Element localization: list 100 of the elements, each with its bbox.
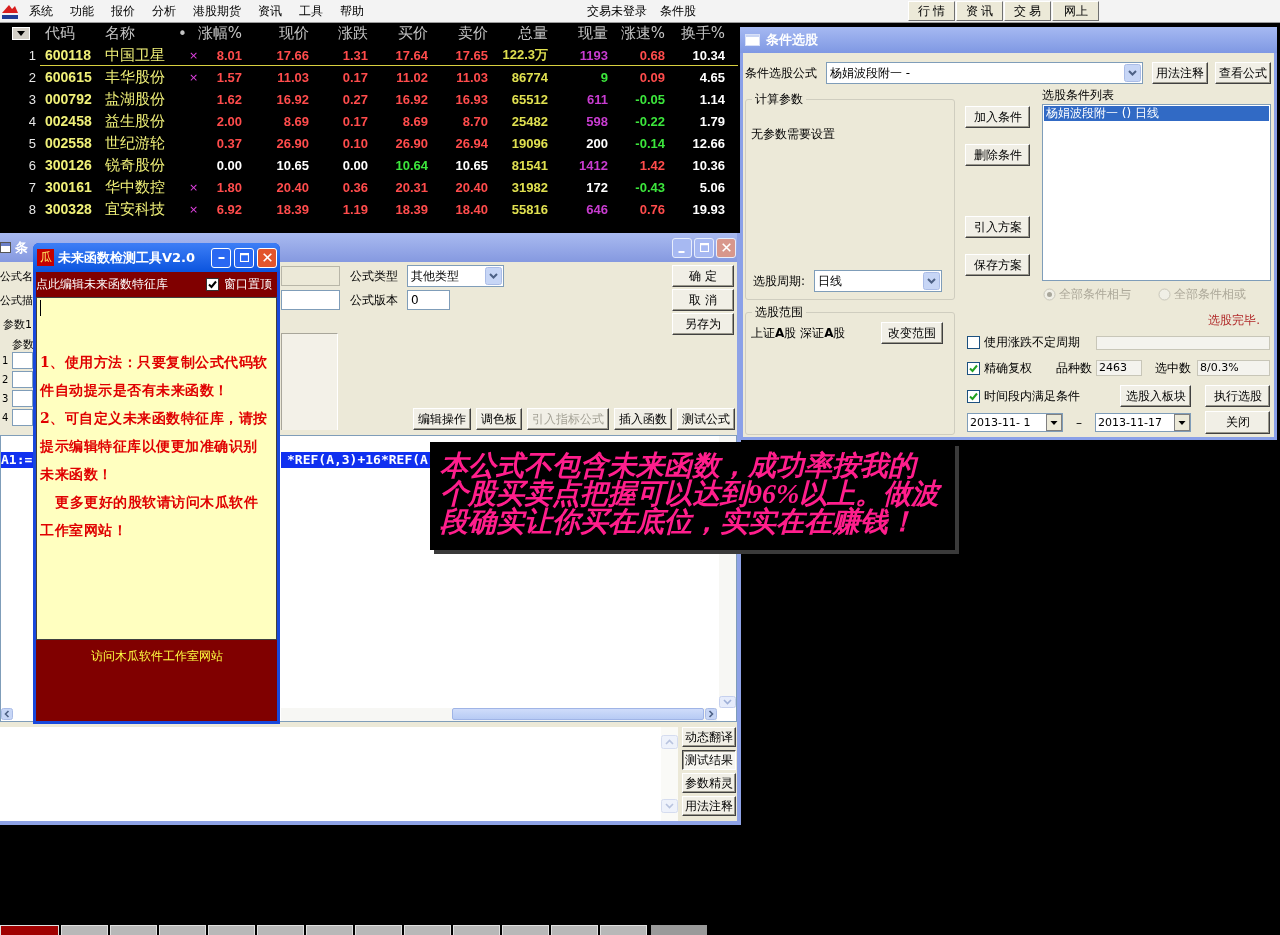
input-field[interactable] — [12, 409, 33, 426]
edit-library-link[interactable]: 点此编辑未来函数特征库 — [36, 276, 168, 293]
column-header[interactable]: 卖价 — [428, 24, 488, 43]
scrollbar-thumb[interactable] — [452, 708, 704, 720]
toolbar-button[interactable]: 编辑操作 — [413, 408, 471, 430]
menu-item[interactable]: 工具 — [290, 1, 331, 21]
change-scope-button[interactable]: 改变范围 — [881, 322, 943, 344]
output-area[interactable] — [0, 727, 661, 821]
run-button[interactable]: 执行选股 — [1205, 385, 1270, 407]
input-field[interactable] — [12, 390, 33, 407]
checkbox[interactable] — [967, 336, 980, 349]
menu-item[interactable]: 帮助 — [331, 1, 372, 21]
column-header[interactable]: 名称 — [100, 24, 175, 43]
stock-name: 中国卫星 — [104, 45, 166, 65]
table-row[interactable]: 3 000792 盐湖股份 1.62 16.92 0.27 16.92 16.93 65512 611 -0.05 1.14 — [0, 88, 725, 110]
date-field[interactable]: 2013-11-17 — [1095, 413, 1191, 432]
menu-item[interactable]: 分析 — [143, 1, 184, 21]
table-cell-text: 0.36 — [341, 179, 368, 195]
toolbar-button[interactable]: 网上 — [1052, 1, 1099, 21]
column-header[interactable]: 总量 — [488, 24, 548, 43]
column-header[interactable]: 现价 — [242, 24, 309, 43]
add-to-block-button[interactable]: 选股入板块 — [1120, 385, 1191, 407]
table-row[interactable]: 8 300328 宜安科技 × 6.92 18.39 1.19 18.39 18.40 55816 646 0.76 19.93 — [0, 198, 725, 220]
triangle-down-icon[interactable] — [12, 27, 30, 40]
menu-item[interactable]: 报价 — [102, 1, 143, 21]
minimize-button[interactable] — [672, 237, 692, 258]
tab-scrollbar[interactable] — [651, 925, 707, 935]
chevron-up-icon[interactable] — [661, 735, 678, 749]
column-header[interactable]: 现量 — [548, 24, 608, 43]
checkbox-label[interactable]: 使用涨跌不定周期 — [984, 334, 1080, 351]
toolbar-button[interactable]: 调色板 — [476, 408, 522, 430]
table-row[interactable]: 2 600615 丰华股份 × 1.57 11.03 0.17 11.02 11.03 86774 9 0.09 4.65 — [0, 66, 725, 88]
side-tab[interactable]: 参数精灵 — [682, 773, 736, 793]
close-button[interactable] — [716, 237, 736, 258]
checkbox-label[interactable]: 精确复权 — [984, 359, 1052, 377]
sheet-tab[interactable] — [0, 925, 59, 935]
menu-item[interactable]: 资讯 — [249, 1, 290, 21]
chevron-right-icon[interactable] — [705, 708, 717, 720]
column-header[interactable]: 换手% — [665, 24, 725, 43]
maximize-button[interactable] — [694, 237, 714, 258]
toolbar-button[interactable]: 资 讯 — [956, 1, 1003, 21]
toolbar-button[interactable]: 测试公式 — [677, 408, 735, 430]
save-as-button[interactable]: 另存为 — [672, 313, 734, 335]
table-row[interactable]: 7 300161 华中数控 × 1.80 20.40 0.36 20.31 20.40 31982 172 -0.43 5.06 — [0, 176, 725, 198]
toolbar-button[interactable]: 行 情 — [908, 1, 955, 21]
cancel-button[interactable]: 取 消 — [672, 289, 734, 311]
input-field[interactable] — [1096, 335, 1270, 350]
checkbox-label[interactable]: 时间段内满足条件 — [984, 387, 1116, 405]
scrollbar[interactable] — [661, 727, 678, 821]
close-dialog-button[interactable]: 关闭 — [1205, 411, 1270, 434]
action-button[interactable]: 保存方案 — [965, 254, 1030, 276]
checkbox[interactable] — [967, 361, 980, 375]
checkbox[interactable] — [967, 389, 980, 403]
table-row[interactable]: 4 002458 益生股份 2.00 8.69 0.17 8.69 8.70 25482 598 -0.22 1.79 — [0, 110, 725, 132]
formula-dropdown[interactable]: 杨娟波段附一 - — [826, 62, 1143, 84]
table-row[interactable]: 5 002558 世纪游轮 0.37 26.90 0.10 26.90 26.94 19096 200 -0.14 12.66 — [0, 132, 725, 154]
column-header: 参数 — [11, 337, 33, 351]
website-link[interactable]: 访问木瓜软件工作室网站 — [90, 648, 223, 665]
notes-area[interactable]: 1、使用方法：只要复制公式代码软件自动提示是否有未来函数！ 2、可自定义未来函数特征库，请按提示编辑特征库以便更加准确识别未来函数！ 更多更好的股软请访问木瓜软件工作室网站！ — [36, 297, 277, 640]
menu-item[interactable]: 系统 — [20, 1, 61, 21]
table-cell-text: 81541 — [510, 157, 548, 173]
input-field[interactable] — [281, 290, 340, 310]
date-field[interactable]: 2013-11- 1 — [967, 413, 1063, 432]
scrollbar[interactable] — [281, 708, 717, 721]
confirm-button[interactable]: 确 定 — [672, 265, 734, 287]
type-dropdown[interactable]: 其他类型 — [407, 265, 504, 287]
column-header[interactable]: 涨速% — [608, 24, 665, 43]
chevron-left-icon[interactable] — [1, 708, 13, 720]
checkbox-label[interactable]: 窗口置顶 — [224, 276, 272, 293]
usage-notes-button[interactable]: 用法注释 — [1152, 62, 1208, 84]
table-cell-text: 16.93 — [454, 91, 488, 107]
action-button[interactable]: 删除条件 — [965, 144, 1030, 166]
action-button[interactable]: 引入方案 — [965, 216, 1030, 238]
input-field[interactable] — [12, 352, 33, 369]
chevron-down-icon[interactable] — [661, 799, 678, 813]
side-tab[interactable]: 测试结果 — [682, 750, 736, 770]
list-item[interactable]: 杨娟波段附一 () 日线 — [1044, 106, 1269, 121]
period-dropdown[interactable]: 日线 — [814, 270, 942, 292]
menu-item[interactable]: 港股期货 — [184, 1, 249, 21]
view-formula-button[interactable]: 查看公式 — [1215, 62, 1271, 84]
version-field[interactable]: 0 — [407, 290, 450, 310]
table-row[interactable]: 6 300126 锐奇股份 0.00 10.65 0.00 10.64 10.65 81541 1412 1.42 10.36 — [0, 154, 725, 176]
column-header[interactable]: 涨幅% — [197, 24, 242, 43]
table-cell-text: 0.00 — [341, 157, 368, 173]
condition-list[interactable]: 杨娟波段附一 () 日线 — [1042, 104, 1271, 281]
table-cell-text: -0.43 — [634, 179, 665, 195]
table-cell-text: 55816 — [510, 201, 548, 217]
checkbox[interactable] — [206, 278, 219, 291]
column-header[interactable]: 代码 — [37, 24, 100, 43]
action-button[interactable]: 加入条件 — [965, 106, 1030, 128]
side-tab[interactable]: 用法注释 — [682, 796, 736, 816]
side-tab[interactable]: 动态翻译 — [682, 727, 736, 747]
column-header[interactable]: • — [175, 24, 197, 43]
menu-item[interactable]: 功能 — [61, 1, 102, 21]
column-header[interactable]: 涨跌 — [309, 24, 368, 43]
input-field[interactable] — [281, 266, 340, 286]
input-field[interactable] — [12, 371, 33, 388]
column-header[interactable]: 买价 — [368, 24, 428, 43]
toolbar-button[interactable]: 交 易 — [1004, 1, 1051, 21]
toolbar-button[interactable]: 插入函数 — [614, 408, 672, 430]
